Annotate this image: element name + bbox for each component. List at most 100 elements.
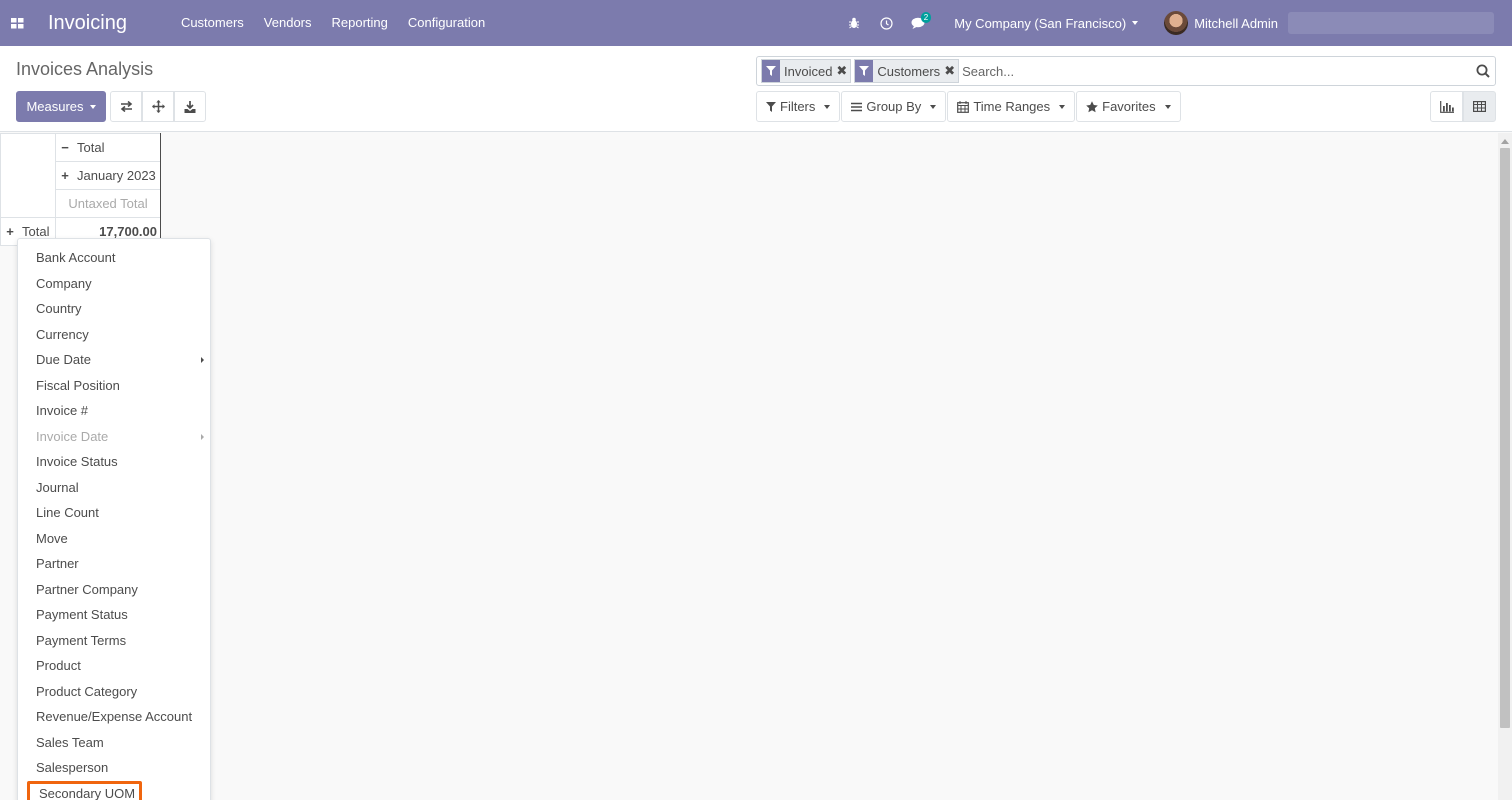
star-icon xyxy=(1086,100,1098,112)
dropdown-item-fiscal-position[interactable]: Fiscal Position xyxy=(18,373,210,399)
filters-button[interactable]: Filters xyxy=(756,91,841,122)
pivot-col-total-label: Total xyxy=(77,140,105,155)
pivot-col-header-total[interactable]: − Total xyxy=(55,133,161,162)
dropdown-item-bank-account[interactable]: Bank Account xyxy=(18,245,210,271)
measures-button[interactable]: Measures xyxy=(16,91,106,122)
page-title: Invoices Analysis xyxy=(16,59,154,79)
caret-down-icon xyxy=(1164,104,1171,109)
menu-reporting[interactable]: Reporting xyxy=(322,0,398,46)
facet-label: Invoiced xyxy=(784,63,833,79)
search-facet[interactable]: Customers ✖ xyxy=(854,59,960,83)
messages-icon[interactable]: 2 xyxy=(902,0,934,46)
filter-icon xyxy=(766,101,776,112)
bars-icon xyxy=(851,102,863,111)
pivot-row-total-label: Total xyxy=(22,224,50,239)
scrollbar[interactable] xyxy=(1498,133,1512,800)
view-switcher xyxy=(1430,91,1496,122)
caret-down-icon xyxy=(930,104,937,109)
search-bar: Invoiced ✖ Customers ✖ xyxy=(756,56,1496,86)
dropdown-item-invoice-status[interactable]: Invoice Status xyxy=(18,449,210,475)
pivot-col-header-month[interactable]: + January 2023 xyxy=(55,161,161,190)
dropdown-item-sales-team[interactable]: Sales Team xyxy=(18,730,210,756)
dropdown-item-revenue-expense-account[interactable]: Revenue/Expense Account xyxy=(18,704,210,730)
caret-down-icon xyxy=(1132,21,1139,25)
bug-icon[interactable] xyxy=(838,0,870,46)
time-ranges-button[interactable]: Time Ranges xyxy=(947,91,1076,122)
dropdown-item-payment-terms[interactable]: Payment Terms xyxy=(18,628,210,654)
exchange-icon xyxy=(120,101,132,112)
menu-vendors[interactable]: Vendors xyxy=(254,0,322,46)
app-title[interactable]: Invoicing xyxy=(48,12,127,35)
pivot-view-button[interactable] xyxy=(1463,91,1496,122)
dropdown-item-secondary-uom[interactable]: Secondary UOM xyxy=(27,780,142,800)
dropdown-item-country[interactable]: Country xyxy=(18,296,210,322)
main-menu: Customers Vendors Reporting Configuratio… xyxy=(171,0,495,46)
caret-down-icon xyxy=(1059,104,1066,109)
filter-icon xyxy=(762,60,780,82)
calendar-icon xyxy=(957,100,970,113)
company-switcher[interactable]: My Company (San Francisco) xyxy=(934,16,1152,31)
bar-chart-icon xyxy=(1439,100,1454,113)
collapse-icon: − xyxy=(61,140,69,155)
scroll-up-icon[interactable] xyxy=(1501,139,1509,144)
dropdown-item-due-date[interactable]: Due Date xyxy=(18,347,210,373)
filters-label: Filters xyxy=(780,99,816,114)
favorites-button[interactable]: Favorites xyxy=(1076,91,1181,122)
apps-menu-icon[interactable] xyxy=(0,0,34,46)
search-options: Filters Group By Time Ranges Favorites xyxy=(756,91,1182,122)
close-icon[interactable]: ✖ xyxy=(836,60,850,82)
menu-configuration[interactable]: Configuration xyxy=(398,0,495,46)
pivot-col-month-label: January 2023 xyxy=(77,168,156,183)
dropdown-item-product[interactable]: Product xyxy=(18,653,210,679)
caret-down-icon xyxy=(824,104,831,109)
redacted-area xyxy=(1288,12,1494,34)
favorites-label: Favorites xyxy=(1102,99,1156,114)
dropdown-item-salesperson[interactable]: Salesperson xyxy=(18,755,210,781)
dropdown-item-move[interactable]: Move xyxy=(18,526,210,552)
menu-customers[interactable]: Customers xyxy=(171,0,254,46)
filter-icon xyxy=(855,60,874,82)
dropdown-item-payment-status[interactable]: Payment Status xyxy=(18,602,210,628)
dropdown-item-journal[interactable]: Journal xyxy=(18,475,210,501)
dropdown-item-line-count[interactable]: Line Count xyxy=(18,500,210,526)
caret-right-icon xyxy=(201,433,204,440)
scroll-thumb[interactable] xyxy=(1500,148,1510,728)
control-panel: Invoices Analysis Measures Invoiced ✖ Cu… xyxy=(0,46,1512,132)
dropdown-item-partner-company[interactable]: Partner Company xyxy=(18,577,210,603)
messages-badge: 2 xyxy=(920,12,932,23)
avatar xyxy=(1164,11,1189,35)
caret-down-icon xyxy=(89,104,96,109)
clock-icon[interactable] xyxy=(870,0,902,46)
dropdown-item-label: Due Date xyxy=(36,352,91,367)
pivot-corner xyxy=(0,133,56,218)
user-name: Mitchell Admin xyxy=(1194,15,1278,31)
pivot-measure-header[interactable]: Untaxed Total xyxy=(55,189,161,218)
user-menu[interactable]: Mitchell Admin xyxy=(1152,11,1512,35)
dropdown-item-product-category[interactable]: Product Category xyxy=(18,679,210,705)
caret-right-icon xyxy=(201,357,204,363)
graph-view-button[interactable] xyxy=(1430,91,1463,122)
search-facet[interactable]: Invoiced ✖ xyxy=(761,59,852,83)
expand-all-button[interactable] xyxy=(142,91,174,122)
dropdown-item-company[interactable]: Company xyxy=(18,271,210,297)
measures-label: Measures xyxy=(26,99,84,114)
dropdown-item-invoice-number[interactable]: Invoice # xyxy=(18,398,210,424)
group-by-button[interactable]: Group By xyxy=(841,91,947,122)
expand-icon: + xyxy=(6,224,14,239)
time-ranges-label: Time Ranges xyxy=(973,99,1051,114)
group-by-label: Group By xyxy=(866,99,922,114)
systray: 2 My Company (San Francisco) Mitchell Ad… xyxy=(838,0,1512,46)
flip-axis-button[interactable] xyxy=(110,91,142,122)
top-navbar: Invoicing Customers Vendors Reporting Co… xyxy=(0,0,1512,46)
close-icon[interactable]: ✖ xyxy=(944,60,958,82)
dropdown-item-partner[interactable]: Partner xyxy=(18,551,210,577)
download-button[interactable] xyxy=(174,91,206,122)
expand-icon: + xyxy=(61,168,69,183)
table-icon xyxy=(1473,101,1486,112)
facet-label: Customers xyxy=(877,63,941,79)
search-input[interactable] xyxy=(962,59,1471,83)
dropdown-item-invoice-date: Invoice Date xyxy=(18,424,210,450)
search-icon[interactable] xyxy=(1471,64,1495,78)
dropdown-item-currency[interactable]: Currency xyxy=(18,322,210,348)
pivot-actions xyxy=(110,91,206,122)
